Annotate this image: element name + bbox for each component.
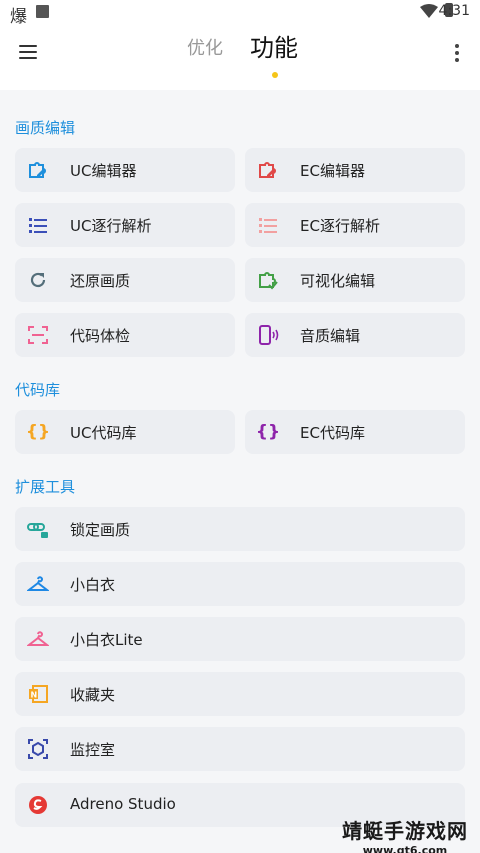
lock-quality-label: 锁定画质 — [70, 521, 131, 539]
section-title-quality-edit: 画质编辑 — [15, 119, 76, 137]
monitor-room-label: 监控室 — [70, 741, 116, 759]
tab-functions[interactable]: 功能 — [250, 28, 298, 63]
active-tab-indicator — [272, 72, 278, 78]
list-icon — [27, 214, 49, 236]
uc-editor-button[interactable]: UC编辑器 — [15, 148, 235, 192]
puzzle-edit-icon — [27, 159, 49, 181]
status-time: 4:31 — [438, 3, 470, 19]
more-options-icon[interactable] — [455, 44, 459, 62]
adreno-icon — [27, 794, 49, 816]
wifi-icon — [420, 4, 438, 18]
braces-icon: {} — [25, 422, 51, 442]
refresh-icon — [27, 269, 49, 291]
visual-edit-button[interactable]: 可视化编辑 — [245, 258, 465, 302]
phone-sound-icon — [257, 324, 279, 346]
uc-code-library-button[interactable]: {} UC代码库 — [15, 410, 235, 454]
menu-icon[interactable] — [19, 45, 37, 59]
ec-editor-button[interactable]: EC编辑器 — [245, 148, 465, 192]
tab-optimize[interactable]: 优化 — [187, 34, 223, 60]
ec-line-parse-button[interactable]: EC逐行解析 — [245, 203, 465, 247]
ec-editor-label: EC编辑器 — [300, 162, 365, 180]
cube-icon — [27, 738, 49, 760]
uc-line-parse-label: UC逐行解析 — [70, 217, 152, 235]
uc-line-parse-button[interactable]: UC逐行解析 — [15, 203, 235, 247]
app-bar: 优化 功能 — [0, 24, 480, 90]
section-title-extension-tools: 扩展工具 — [15, 478, 76, 496]
notification-icon — [36, 5, 49, 18]
scan-icon — [27, 324, 49, 346]
audio-edit-button[interactable]: 音质编辑 — [245, 313, 465, 357]
audio-edit-label: 音质编辑 — [300, 327, 361, 345]
hanger-icon — [27, 573, 49, 595]
uc-code-library-label: UC代码库 — [70, 424, 137, 442]
ec-code-library-label: EC代码库 — [300, 424, 365, 442]
watermark-url: www.qt6.com — [362, 844, 448, 853]
xiaobaiyi-label: 小白衣 — [70, 576, 116, 594]
uc-editor-label: UC编辑器 — [70, 162, 137, 180]
list-icon — [257, 214, 279, 236]
section-title-code-library: 代码库 — [15, 381, 61, 399]
visual-edit-label: 可视化编辑 — [300, 272, 376, 290]
watermark: 靖蜓手游戏网 www.qt6.com — [335, 815, 475, 853]
code-check-button[interactable]: 代码体检 — [15, 313, 235, 357]
xiaobaiyi-lite-button[interactable]: 小白衣Lite — [15, 617, 465, 661]
restore-quality-button[interactable]: 还原画质 — [15, 258, 235, 302]
puzzle-edit-icon — [257, 159, 279, 181]
braces-icon: {} — [255, 422, 281, 442]
restore-quality-label: 还原画质 — [70, 272, 131, 290]
hanger-icon — [27, 628, 49, 650]
puzzle-check-icon — [257, 269, 279, 291]
link-lock-icon — [27, 518, 49, 540]
favorites-button[interactable]: N 收藏夹 — [15, 672, 465, 716]
adreno-studio-label: Adreno Studio — [70, 795, 176, 813]
lock-quality-button[interactable]: 锁定画质 — [15, 507, 465, 551]
svg-text:N: N — [31, 691, 38, 700]
ec-code-library-button[interactable]: {} EC代码库 — [245, 410, 465, 454]
notebook-icon: N — [27, 683, 49, 705]
watermark-title: 靖蜓手游戏网 — [342, 819, 468, 843]
monitor-room-button[interactable]: 监控室 — [15, 727, 465, 771]
favorites-label: 收藏夹 — [70, 686, 116, 704]
ec-line-parse-label: EC逐行解析 — [300, 217, 380, 235]
status-bar: 爆 4:31 — [0, 0, 480, 27]
xiaobaiyi-button[interactable]: 小白衣 — [15, 562, 465, 606]
code-check-label: 代码体检 — [70, 327, 131, 345]
xiaobaiyi-lite-label: 小白衣Lite — [70, 631, 143, 649]
